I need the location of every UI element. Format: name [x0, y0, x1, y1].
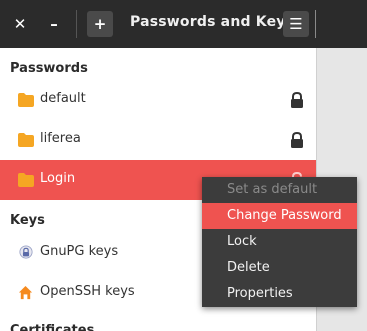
header-separator [76, 10, 77, 38]
sidebar-item-label: Login [40, 171, 76, 186]
close-button[interactable]: ✕ [7, 11, 33, 37]
context-menu: Set as default Change Password Lock Dele… [202, 177, 357, 307]
folder-icon [18, 173, 34, 187]
minimize-button[interactable]: – [41, 11, 67, 37]
plus-icon: + [93, 15, 107, 33]
sidebar-item-liferea[interactable]: liferea [0, 120, 316, 160]
lock-icon[interactable] [290, 132, 304, 148]
sidebar-item-label: OpenSSH keys [40, 284, 135, 299]
sidebar-item-label: default [40, 91, 86, 106]
gnupg-icon [19, 245, 33, 259]
sidebar-item-label: GnuPG keys [40, 244, 119, 259]
hamburger-icon: ☰ [289, 15, 303, 33]
folder-icon [18, 93, 34, 107]
section-keys: Keys [10, 213, 45, 228]
section-passwords: Passwords [10, 61, 88, 76]
menu-item-delete[interactable]: Delete [202, 255, 357, 281]
close-icon: ✕ [13, 15, 27, 33]
add-button[interactable]: + [87, 11, 113, 37]
menu-item-change-password[interactable]: Change Password [202, 203, 357, 229]
header-bar: ✕ – + Passwords and Keys ☰ [0, 0, 367, 48]
menu-item-properties[interactable]: Properties [202, 281, 357, 307]
sidebar-item-default[interactable]: default [0, 80, 316, 120]
main-menu-button[interactable]: ☰ [283, 11, 309, 37]
window-title: Passwords and Keys [130, 14, 295, 30]
section-certificates: Certificates [10, 323, 95, 331]
header-pane-separator [315, 10, 316, 38]
minimize-icon: – [50, 15, 58, 33]
menu-item-lock[interactable]: Lock [202, 229, 357, 255]
folder-icon [18, 133, 34, 147]
sidebar-item-label: liferea [40, 131, 81, 146]
menu-item-set-as-default[interactable]: Set as default [202, 177, 357, 203]
lock-icon[interactable] [290, 92, 304, 108]
home-icon [18, 285, 33, 300]
